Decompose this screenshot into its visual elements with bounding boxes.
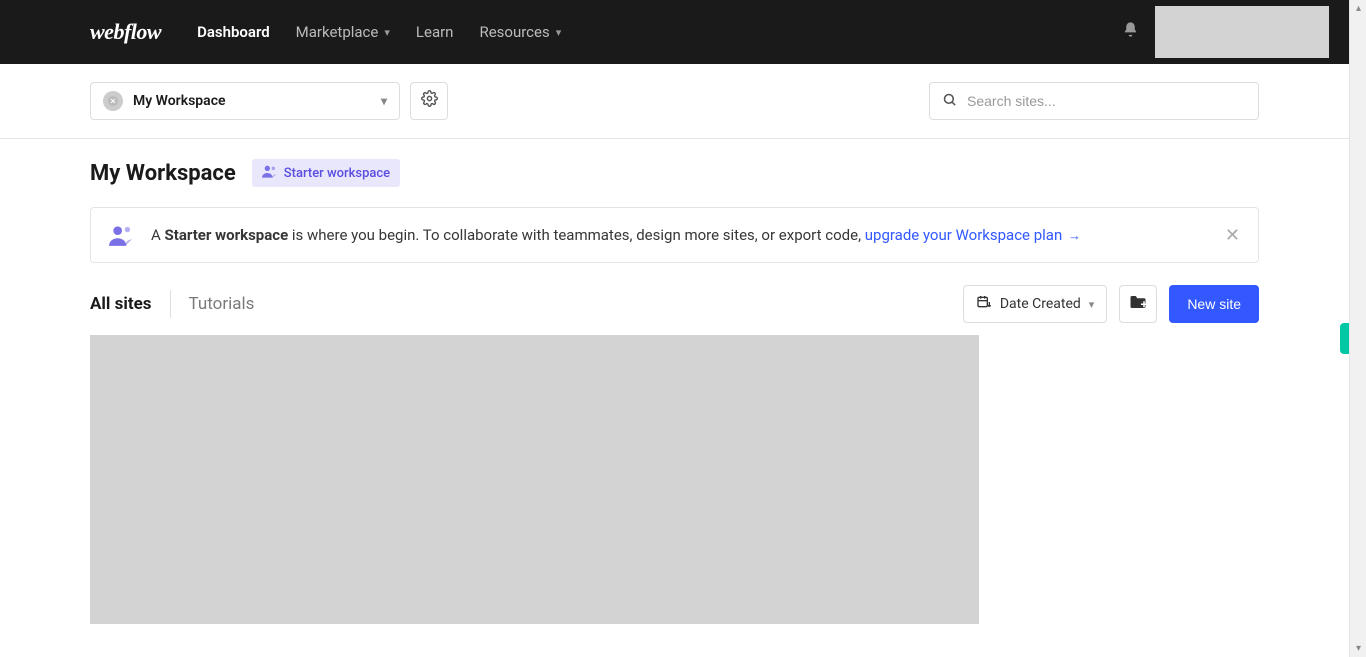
upgrade-link-label: upgrade your Workspace plan	[865, 226, 1063, 244]
scroll-up-arrow-icon[interactable]: ▴	[1350, 0, 1366, 17]
workspace-settings-button[interactable]	[410, 82, 448, 120]
nav-dashboard[interactable]: Dashboard	[197, 23, 270, 41]
main-content: My Workspace Starter workspace A Starter…	[0, 139, 1349, 624]
tabs-actions: Date Created ▾ New site	[963, 285, 1259, 323]
people-icon	[262, 164, 278, 182]
banner-prefix: A	[151, 226, 165, 244]
nav-resources[interactable]: Resources ▾	[479, 23, 561, 41]
people-icon	[109, 224, 135, 246]
workspace-selector[interactable]: My Workspace ▾	[90, 82, 400, 120]
workspace-avatar-icon	[103, 91, 123, 111]
side-tab[interactable]	[1340, 323, 1349, 354]
banner-text: A Starter workspace is where you begin. …	[151, 226, 1081, 244]
site-card-placeholder[interactable]	[90, 335, 979, 624]
account-area-placeholder[interactable]	[1155, 6, 1329, 58]
subheader: My Workspace ▾	[0, 64, 1349, 139]
nav-marketplace-label: Marketplace	[296, 23, 379, 41]
upgrade-link[interactable]: upgrade your Workspace plan →	[865, 226, 1081, 244]
chevron-down-icon: ▾	[381, 94, 387, 108]
search-icon	[942, 92, 957, 111]
banner-bold: Starter workspace	[165, 226, 289, 244]
scrollbar[interactable]: ▴ ▾	[1349, 0, 1366, 657]
chevron-down-icon: ▾	[556, 26, 562, 39]
nav-resources-label: Resources	[479, 23, 549, 41]
workspace-plan-badge[interactable]: Starter workspace	[252, 159, 400, 187]
workspace-plan-badge-label: Starter workspace	[284, 166, 390, 181]
bell-icon[interactable]	[1122, 21, 1139, 43]
close-banner-button[interactable]: ✕	[1213, 225, 1240, 246]
new-site-button[interactable]: New site	[1169, 285, 1259, 323]
arrow-right-icon: →	[1068, 229, 1081, 244]
topbar-right	[1122, 6, 1329, 58]
sort-dropdown[interactable]: Date Created ▾	[963, 285, 1107, 323]
banner-suffix: is where you begin. To collaborate with …	[288, 226, 865, 244]
scroll-down-arrow-icon[interactable]: ▾	[1350, 640, 1366, 657]
workspace-selector-label: My Workspace	[133, 93, 226, 109]
close-icon: ✕	[1225, 225, 1240, 246]
new-folder-button[interactable]	[1119, 285, 1157, 323]
nav-learn[interactable]: Learn	[416, 23, 454, 41]
folder-plus-icon	[1129, 294, 1147, 314]
heading-row: My Workspace Starter workspace	[90, 159, 1259, 187]
topbar: webflow Dashboard Marketplace ▾ Learn Re…	[0, 0, 1349, 64]
sort-label: Date Created	[1000, 296, 1081, 312]
search-input[interactable]	[967, 93, 1246, 109]
tabs-row: All sites Tutorials Date Created ▾ New s…	[90, 285, 1259, 323]
main-nav: Dashboard Marketplace ▾ Learn Resources …	[197, 23, 561, 41]
chevron-down-icon: ▾	[384, 26, 390, 39]
calendar-sort-icon	[976, 294, 992, 314]
tab-tutorials[interactable]: Tutorials	[189, 290, 273, 318]
tabs: All sites Tutorials	[90, 290, 272, 318]
nav-marketplace[interactable]: Marketplace ▾	[296, 23, 390, 41]
webflow-logo[interactable]: webflow	[90, 19, 161, 45]
gear-icon	[421, 90, 438, 112]
search-sites[interactable]	[929, 82, 1259, 120]
page-title: My Workspace	[90, 161, 236, 186]
chevron-down-icon: ▾	[1089, 298, 1095, 311]
tab-all-sites[interactable]: All sites	[90, 290, 171, 318]
upgrade-banner: A Starter workspace is where you begin. …	[90, 207, 1259, 263]
